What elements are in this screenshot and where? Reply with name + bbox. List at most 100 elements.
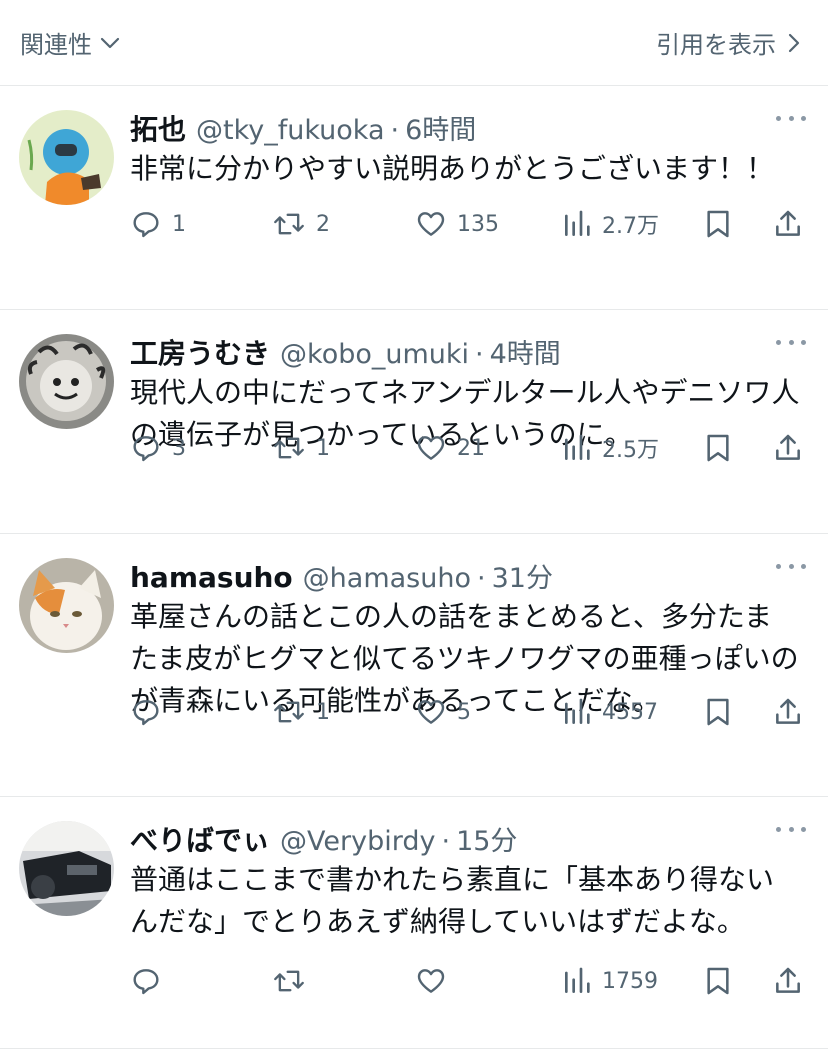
separator: ·	[441, 826, 451, 857]
bookmark-button[interactable]	[703, 208, 733, 240]
bookmark-button[interactable]	[703, 965, 733, 997]
retweet-icon	[272, 432, 306, 464]
timestamp[interactable]: 6時間	[405, 108, 476, 147]
sort-dropdown[interactable]: 関連性	[20, 25, 122, 60]
share-button[interactable]	[772, 208, 804, 240]
retweet-count: 1	[316, 435, 330, 461]
share-upload-icon	[772, 432, 804, 464]
user-handle[interactable]: @tky_fukuoka	[196, 115, 385, 146]
chevron-right-icon	[782, 31, 806, 55]
bookmark-button[interactable]	[703, 696, 733, 728]
display-name[interactable]: 工房うむき	[130, 332, 270, 372]
share-upload-icon	[772, 696, 804, 728]
like-button[interactable]	[415, 965, 457, 997]
retweet-count: 2	[316, 211, 330, 237]
bar-chart-icon	[562, 965, 592, 997]
sort-label: 関連性	[20, 31, 92, 59]
like-count: 21	[457, 435, 485, 461]
views-button[interactable]: 1759	[562, 965, 658, 997]
bar-chart-icon	[562, 696, 592, 728]
timestamp[interactable]: 15分	[456, 819, 517, 858]
reply-text: 普通はここまで書かれたら素直に「基本あり得ないんだな」でとりあえず納得していいは…	[130, 863, 775, 938]
like-count: 135	[457, 211, 499, 237]
bookmark-icon	[703, 432, 733, 464]
retweet-icon	[272, 965, 306, 997]
speech-bubble-icon	[130, 432, 162, 464]
speech-bubble-icon	[130, 208, 162, 240]
reply-button[interactable]: 1	[130, 208, 186, 240]
timestamp[interactable]: 4時間	[490, 332, 561, 371]
like-count: 5	[457, 699, 471, 725]
share-button[interactable]	[772, 965, 804, 997]
share-button[interactable]	[772, 432, 804, 464]
reply-button[interactable]	[130, 965, 172, 997]
retweet-count: 1	[316, 699, 330, 725]
display-name[interactable]: べりばでぃ	[130, 819, 270, 859]
reply-text: 非常に分かりやすい説明ありがとうございます！！	[130, 152, 775, 185]
display-name[interactable]: hamasuho	[130, 561, 293, 594]
bookmark-icon	[703, 696, 733, 728]
separator: ·	[477, 563, 486, 594]
heart-icon	[415, 965, 447, 997]
avatar[interactable]	[19, 821, 114, 916]
retweet-icon	[272, 696, 306, 728]
view-count: 1759	[602, 968, 658, 994]
retweet-button[interactable]: 1	[272, 432, 330, 464]
reply-header: べりばでぃ @Verybirdy · 15分	[130, 819, 808, 858]
retweet-button[interactable]	[272, 965, 316, 997]
like-button[interactable]: 5	[415, 696, 471, 728]
reply-count: 1	[172, 211, 186, 237]
separator: ·	[390, 115, 400, 146]
speech-bubble-icon	[130, 696, 162, 728]
reply-count: 3	[172, 435, 186, 461]
reply-header: 拓也 @tky_fukuoka · 6時間	[130, 108, 808, 147]
heart-icon	[415, 208, 447, 240]
avatar[interactable]	[19, 558, 114, 653]
more-options-button[interactable]	[776, 108, 806, 128]
like-button[interactable]: 135	[415, 208, 499, 240]
reply-button[interactable]: 3	[130, 432, 186, 464]
timestamp[interactable]: 31分	[492, 556, 553, 595]
speech-bubble-icon	[130, 965, 162, 997]
bookmark-icon	[703, 965, 733, 997]
reply-button[interactable]	[130, 696, 172, 728]
views-button[interactable]: 2.7万	[562, 208, 659, 240]
bar-chart-icon	[562, 432, 592, 464]
reply-item[interactable]: べりばでぃ @Verybirdy · 15分 普通はここまで書かれたら素直に「基…	[0, 797, 828, 1049]
reply-item[interactable]: hamasuho @hamasuho · 31分 革屋さんの話とこの人の話をまと…	[0, 534, 828, 797]
view-quotes-label: 引用を表示	[656, 31, 776, 59]
retweet-button[interactable]: 2	[272, 208, 330, 240]
share-upload-icon	[772, 208, 804, 240]
user-handle[interactable]: @kobo_umuki	[280, 339, 469, 370]
retweet-button[interactable]: 1	[272, 696, 330, 728]
view-quotes-link[interactable]: 引用を表示	[656, 25, 806, 60]
chevron-down-icon	[98, 31, 122, 55]
retweet-icon	[272, 208, 306, 240]
more-options-button[interactable]	[776, 332, 806, 352]
share-upload-icon	[772, 965, 804, 997]
more-options-button[interactable]	[776, 819, 806, 839]
bookmark-button[interactable]	[703, 432, 733, 464]
reply-item[interactable]: 工房うむき @kobo_umuki · 4時間 現代人の中にだってネアンデルター…	[0, 310, 828, 534]
like-button[interactable]: 21	[415, 432, 485, 464]
heart-icon	[415, 696, 447, 728]
avatar[interactable]	[19, 334, 114, 429]
user-handle[interactable]: @Verybirdy	[280, 826, 435, 857]
reply-header: 工房うむき @kobo_umuki · 4時間	[130, 332, 808, 371]
bookmark-icon	[703, 208, 733, 240]
user-handle[interactable]: @hamasuho	[303, 563, 471, 594]
avatar[interactable]	[19, 110, 114, 205]
display-name[interactable]: 拓也	[130, 108, 186, 148]
separator: ·	[475, 339, 484, 370]
replies-header: 関連性 引用を表示	[0, 0, 828, 86]
view-count: 4557	[602, 699, 658, 725]
views-button[interactable]: 2.5万	[562, 432, 659, 464]
bar-chart-icon	[562, 208, 592, 240]
reply-header: hamasuho @hamasuho · 31分	[130, 556, 808, 595]
reply-item[interactable]: 拓也 @tky_fukuoka · 6時間 非常に分かりやすい説明ありがとうござ…	[0, 86, 828, 310]
view-count: 2.7万	[602, 214, 659, 239]
more-options-button[interactable]	[776, 556, 806, 576]
share-button[interactable]	[772, 696, 804, 728]
heart-icon	[415, 432, 447, 464]
views-button[interactable]: 4557	[562, 696, 658, 728]
